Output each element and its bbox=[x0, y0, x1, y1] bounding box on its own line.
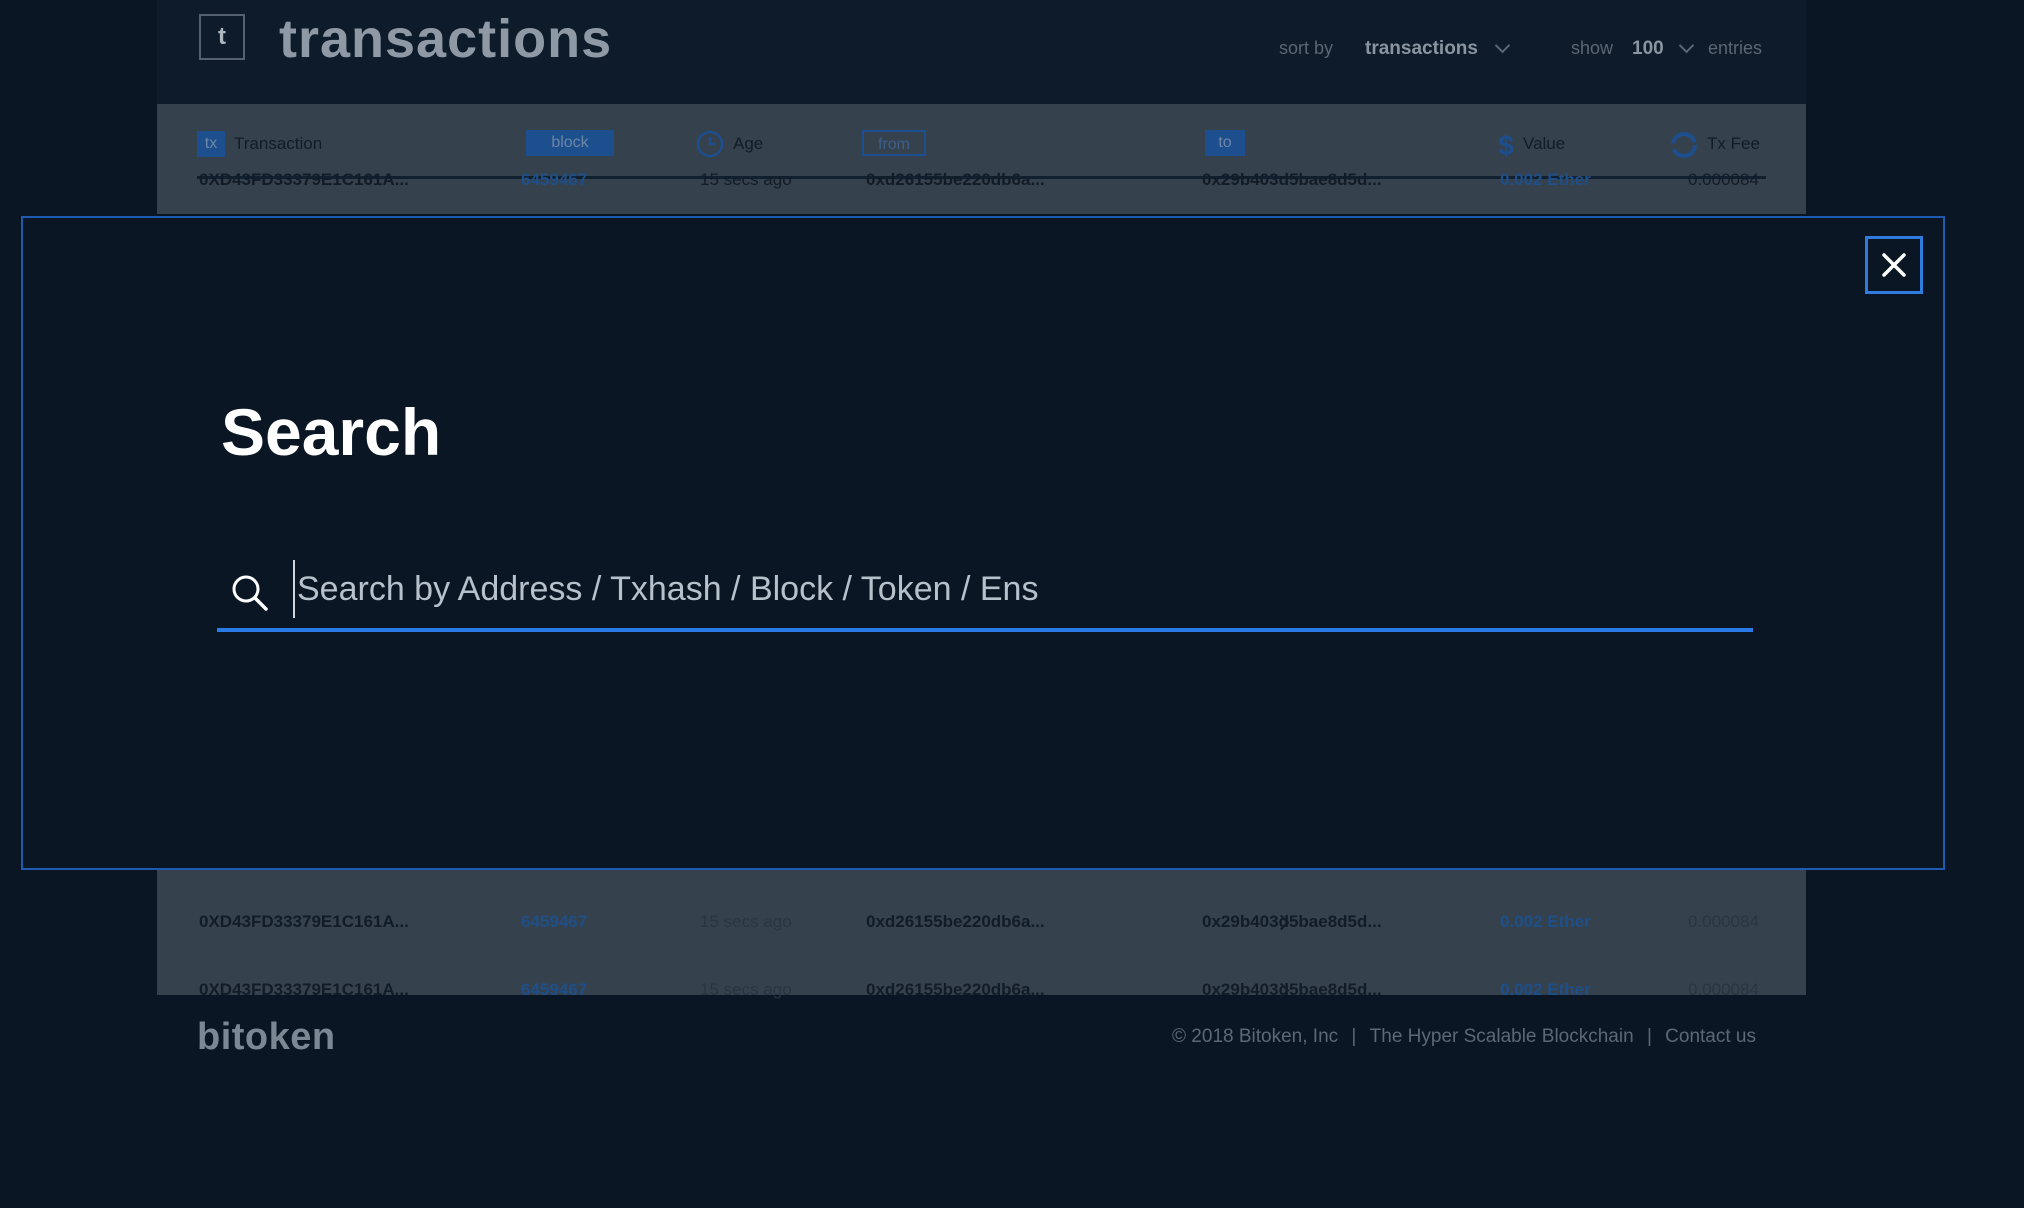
page-header: t transactions sort by transactions show… bbox=[157, 0, 1806, 104]
row-fee: 0.000084 bbox=[1688, 912, 1759, 931]
entries-label: entries bbox=[1708, 38, 1763, 58]
row-0-value: 0.002 Ether bbox=[1500, 170, 1591, 189]
column-value[interactable]: Value bbox=[1523, 134, 1565, 154]
column-transaction[interactable]: Transaction bbox=[234, 134, 322, 154]
search-modal: Search bbox=[21, 216, 1945, 870]
column-fee[interactable]: Tx Fee bbox=[1707, 134, 1760, 154]
row-tx[interactable]: 0XD43FD33379E1C161A... bbox=[199, 980, 409, 1000]
row-age: 15 secs ago bbox=[700, 912, 792, 931]
footer-separator: | bbox=[1646, 1026, 1652, 1047]
close-button[interactable] bbox=[1865, 236, 1923, 294]
entries-select[interactable]: 100 bbox=[1632, 38, 1664, 60]
app-logo[interactable]: t bbox=[199, 14, 245, 60]
row-0-from[interactable]: 0xd26155be220db6a... bbox=[866, 170, 1045, 190]
sort-label: sort by bbox=[1279, 38, 1334, 58]
svg-text:$: $ bbox=[1498, 130, 1514, 160]
clock-icon bbox=[696, 130, 724, 158]
tx-badge: tx bbox=[197, 131, 225, 157]
row-fee: 0.000084 bbox=[1688, 980, 1759, 999]
row-age: 15 secs ago bbox=[700, 980, 792, 999]
row-value: 0.002 Ether bbox=[1500, 912, 1591, 931]
show-label: show bbox=[1571, 38, 1614, 58]
column-age[interactable]: Age bbox=[733, 134, 763, 154]
close-icon bbox=[1882, 253, 1906, 277]
column-to[interactable]: to bbox=[1205, 130, 1245, 156]
row-from[interactable]: 0xd26155be220db6a... bbox=[866, 980, 1045, 1000]
row-to[interactable]: 0x29b403d5bae8d5d... bbox=[1202, 912, 1382, 932]
column-from[interactable]: from bbox=[862, 130, 926, 156]
page-title: transactions bbox=[279, 9, 613, 69]
entries-chevron-down-icon[interactable] bbox=[1678, 37, 1695, 54]
row-0-block[interactable]: 6459467 bbox=[521, 170, 587, 190]
footer-contact-link[interactable]: Contact us bbox=[1665, 1026, 1756, 1047]
modal-title: Search bbox=[221, 395, 442, 469]
row-0-fee: 0.000084 bbox=[1688, 170, 1759, 189]
row-0-to[interactable]: 0x29b403d5bae8d5d... bbox=[1202, 170, 1382, 190]
row-0-age: 15 secs ago bbox=[700, 170, 792, 189]
search-icon bbox=[232, 575, 268, 611]
footer-copyright: © 2018 Bitoken, Inc bbox=[1172, 1026, 1339, 1047]
row-block[interactable]: 6459467 bbox=[521, 912, 587, 932]
footer-separator: | bbox=[1351, 1026, 1357, 1047]
search-field[interactable] bbox=[217, 554, 1753, 632]
dollar-icon: $ bbox=[1498, 130, 1514, 160]
footer-tagline-link[interactable]: The Hyper Scalable Blockchain bbox=[1370, 1026, 1634, 1047]
sort-chevron-down-icon[interactable] bbox=[1494, 37, 1511, 54]
row-value: 0.002 Ether bbox=[1500, 980, 1591, 999]
column-block[interactable]: block bbox=[526, 130, 614, 156]
table-body: 0XD43FD33379E1C161A... 6459467 15 secs a… bbox=[157, 870, 1806, 999]
footer-links: © 2018 Bitoken, Inc | The Hyper Scalable… bbox=[1168, 1026, 1760, 1048]
row-from[interactable]: 0xd26155be220db6a... bbox=[866, 912, 1045, 932]
footer-brand-logo[interactable]: bitoken bbox=[197, 1016, 336, 1059]
fee-ring-icon bbox=[1671, 132, 1697, 158]
table-header: tx Transaction block Age from to $ Value… bbox=[157, 104, 1806, 214]
row-0-tx[interactable]: 0XD43FD33379E1C161A... bbox=[199, 170, 409, 190]
row-tx[interactable]: 0XD43FD33379E1C161A... bbox=[199, 912, 409, 932]
search-input[interactable] bbox=[293, 560, 1733, 618]
row-block[interactable]: 6459467 bbox=[521, 980, 587, 1000]
sort-select[interactable]: transactions bbox=[1365, 38, 1478, 60]
row-to[interactable]: 0x29b403d5bae8d5d... bbox=[1202, 980, 1382, 1000]
